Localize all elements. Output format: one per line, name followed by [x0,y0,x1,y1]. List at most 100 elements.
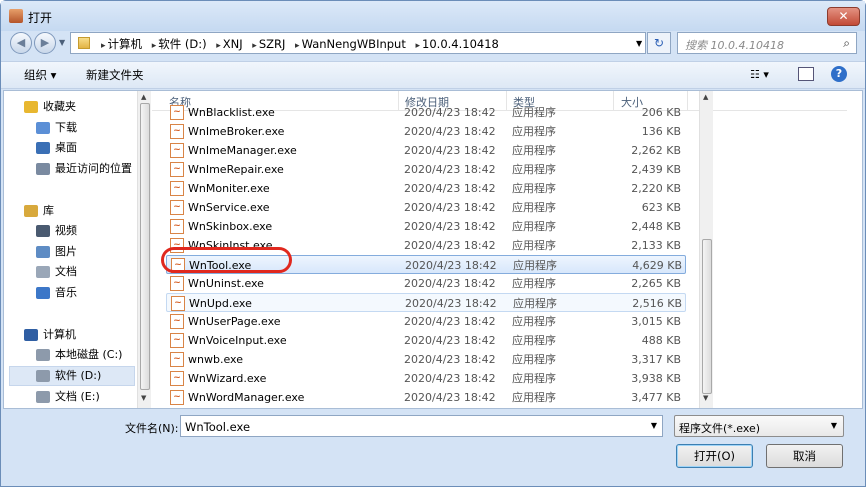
file-row[interactable]: ~ WnImeBroker.exe 2020/4/23 18:42 应用程序 136 K… [166,122,686,141]
window-title: 打开 [28,11,53,25]
download-folder-icon [36,122,50,134]
file-row[interactable]: ~ WnMoniter.exe 2020/4/23 18:42 应用程序 2,220 K… [166,179,686,198]
back-arrow-icon: ◀ [16,36,26,49]
nav-item[interactable]: 视频 [36,221,77,241]
file-type: 应用程序 [512,391,556,404]
address-bar[interactable]: ▸ 计算机 ▸ 软件 (D:) ▸ XNJ ▸ SZRJ ▸ WanNengWBInput… [70,32,646,54]
file-row[interactable]: ~ WnWizard.exe 2020/4/23 18:42 应用程序 3,938 KB [166,369,686,388]
file-name: WnUpd.exe [189,297,252,310]
file-size: 623 KB [641,201,681,214]
file-row[interactable]: ~ WnUninst.exe 2020/4/23 18:42 应用程序 2,265 KB [166,274,686,293]
file-row[interactable]: ~ WnWordManager.exe 2020/4/23 18:42 应用程序 3,4… [166,388,686,407]
crumb-wannengwbinput[interactable]: WanNengWBInput [302,37,406,51]
scroll-down-icon[interactable]: ▼ [141,394,146,402]
cancel-button[interactable]: 取消 [766,444,843,468]
app-icon [9,9,23,23]
file-type: 应用程序 [513,297,557,310]
open-button[interactable]: 打开(O) [676,444,753,468]
file-size: 3,938 KB [631,372,681,385]
close-button[interactable]: ✕ [827,7,860,26]
exe-file-icon: ~ [170,333,184,348]
back-button[interactable]: ◀ [10,32,32,54]
help-icon[interactable]: ? [831,66,847,82]
file-date: 2020/4/23 18:42 [405,259,497,272]
computer-icon [24,329,38,341]
crumb-xnj[interactable]: XNJ [223,37,243,51]
music-icon [36,287,50,299]
forward-button[interactable]: ▶ [34,32,56,54]
exe-file-icon: ~ [170,276,184,291]
crumb-szrj[interactable]: SZRJ [259,37,286,51]
nav-item[interactable]: 音乐 [36,283,77,303]
file-date: 2020/4/23 18:42 [404,144,496,157]
file-row[interactable]: ~ WnSkinbox.exe 2020/4/23 18:42 应用程序 2,448 K… [166,217,686,236]
file-size: 2,516 KB [632,297,682,310]
nav-item[interactable]: 图片 [36,242,77,262]
documents-icon [36,266,50,278]
file-row[interactable]: ~ WnImeRepair.exe 2020/4/23 18:42 应用程序 2,439… [166,160,686,179]
file-type: 应用程序 [512,144,556,157]
file-type: 应用程序 [512,315,556,328]
file-size: 3,477 KB [631,391,681,404]
new-folder-button[interactable]: 新建文件夹 [86,67,144,83]
file-row[interactable]: ~ wnwb.exe 2020/4/23 18:42 应用程序 3,317 KB [166,350,686,369]
nav-item[interactable]: 计算机 [24,325,76,345]
file-name: WnImeRepair.exe [188,163,284,176]
search-icon: ⌕ [843,36,850,50]
file-row[interactable]: ~ WnBlacklist.exe 2020/4/23 18:42 应用程序 206 K… [166,103,686,122]
file-row[interactable]: ~ WnService.exe 2020/4/23 18:42 应用程序 623 KB [166,198,686,217]
file-row[interactable]: ~ WnUpd.exe 2020/4/23 18:42 应用程序 2,516 KB [166,293,686,312]
nav-item[interactable]: 收藏夹 [24,97,76,117]
view-options-button[interactable]: ☷ ▾ [750,68,769,81]
filename-label: 文件名(N): [125,422,179,435]
file-row[interactable]: ~ WnVoiceInput.exe 2020/4/23 18:42 应用程序 488 … [166,331,686,350]
file-type: 应用程序 [512,201,556,214]
filename-value: WnTool.exe [185,420,251,434]
nav-item[interactable]: 最近访问的位置 [36,159,132,179]
file-list-scrollbar[interactable]: ▲ ▼ [699,91,713,408]
chevron-down-icon[interactable]: ▼ [651,421,657,430]
file-type-filter[interactable]: 程序文件(*.exe) ▼ [674,415,844,437]
nav-item[interactable]: 文档 (E:) [36,387,100,407]
file-row[interactable]: ~ WnUserPage.exe 2020/4/23 18:42 应用程序 3,015 … [166,312,686,331]
scroll-up-icon[interactable]: ▲ [703,93,708,101]
nav-item[interactable]: 本地磁盘 (C:) [36,345,122,365]
nav-item[interactable]: 文档 [36,262,77,282]
preview-pane-button[interactable] [798,67,814,81]
crumb-computer[interactable]: 计算机 [108,37,143,51]
file-name: WnWizard.exe [188,372,267,385]
file-name: WnImeBroker.exe [188,125,285,138]
exe-file-icon: ~ [170,200,184,215]
exe-file-icon: ~ [171,296,185,311]
refresh-button[interactable]: ↻ [647,32,671,54]
file-date: 2020/4/23 18:42 [404,372,496,385]
drive-d-icon [36,370,50,382]
nav-item-label: 库 [43,204,54,217]
scroll-up-icon[interactable]: ▲ [141,93,146,101]
file-size: 2,439 KB [631,163,681,176]
nav-item[interactable]: 库 [24,201,54,221]
nav-item[interactable]: 下载 [36,118,77,138]
recent-locations-dropdown[interactable]: ▼ [59,38,65,47]
crumb-drive-d[interactable]: 软件 (D:) [158,37,206,51]
file-name: WnVoiceInput.exe [188,334,287,347]
scroll-down-icon[interactable]: ▼ [703,394,708,402]
file-row[interactable]: ~ WnImeManager.exe 2020/4/23 18:42 应用程序 2,26… [166,141,686,160]
crumb-version[interactable]: 10.0.4.10418 [422,37,499,51]
open-file-dialog: 打开 ✕ ◀ ▶ ▼ ▸ 计算机 ▸ 软件 (D:) ▸ XNJ ▸ SZRJ ▸ Wan… [0,0,866,487]
file-date: 2020/4/23 18:42 [404,220,496,233]
nav-item-label: 最近访问的位置 [55,162,132,175]
nav-item[interactable]: 软件 (D:) [36,366,101,386]
filename-input[interactable]: WnTool.exe ▼ [180,415,663,437]
nav-scroll-thumb[interactable] [140,103,150,390]
file-size: 2,133 KB [631,239,681,252]
nav-scrollbar[interactable]: ▲ ▼ [137,91,151,408]
file-name: WnService.exe [188,201,270,214]
file-name: WnBlacklist.exe [188,106,275,119]
nav-item[interactable]: 桌面 [36,138,77,158]
organize-menu[interactable]: 组织 ▾ [24,67,56,83]
file-list-scroll-thumb[interactable] [702,239,712,394]
file-date: 2020/4/23 18:42 [404,201,496,214]
address-dropdown-icon[interactable]: ▼ [636,39,642,48]
search-input[interactable]: 搜索 10.0.4.10418 ⌕ [677,32,857,54]
